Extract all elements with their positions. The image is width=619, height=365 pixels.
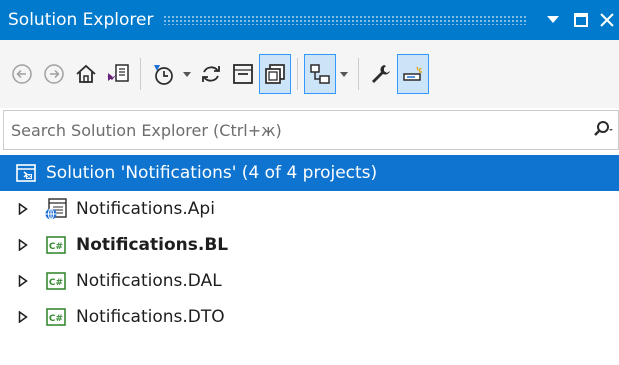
tree-item-project[interactable]: C# Notifications.DTO bbox=[0, 299, 619, 335]
expand-arrow-icon[interactable] bbox=[10, 203, 36, 215]
window-title: Solution Explorer bbox=[8, 10, 154, 30]
refresh-button[interactable] bbox=[195, 54, 227, 94]
search-box bbox=[3, 110, 619, 150]
tree-item-label: Notifications.DTO bbox=[76, 306, 225, 327]
tree-item-label: Notifications.Api bbox=[76, 198, 215, 219]
caret-down-icon bbox=[547, 16, 559, 23]
toolbar-separator bbox=[297, 58, 298, 90]
diagram-dropdown-button[interactable] bbox=[336, 54, 352, 94]
maximize-icon bbox=[574, 13, 588, 27]
pending-changes-filter-button[interactable] bbox=[147, 54, 179, 94]
tree-item-project[interactable]: C# Notifications.BL bbox=[0, 227, 619, 263]
tree-item-solution[interactable]: Solution 'Notifications' (4 of 4 project… bbox=[0, 155, 619, 191]
preview-icon bbox=[403, 66, 422, 81]
close-button[interactable] bbox=[595, 0, 619, 40]
wrench-icon bbox=[372, 65, 390, 83]
svg-text:C#: C# bbox=[49, 278, 63, 288]
properties-button[interactable] bbox=[365, 54, 397, 94]
svg-text:C#: C# bbox=[49, 314, 63, 324]
close-icon bbox=[600, 13, 614, 27]
tree-item-project[interactable]: C# Notifications.DAL bbox=[0, 263, 619, 299]
home-button[interactable] bbox=[70, 54, 102, 94]
toolbar-separator bbox=[358, 58, 359, 90]
web-project-icon bbox=[44, 197, 68, 221]
forward-arrow-icon bbox=[44, 64, 64, 84]
collapse-all-icon bbox=[233, 64, 253, 84]
expand-arrow-icon[interactable] bbox=[10, 275, 36, 287]
class-diagram-icon bbox=[310, 64, 330, 84]
expand-arrow-icon[interactable] bbox=[10, 239, 36, 251]
tree-item-label: Notifications.BL bbox=[76, 234, 229, 255]
show-all-files-button[interactable] bbox=[259, 54, 291, 94]
home-icon bbox=[76, 64, 96, 83]
caret-down-icon bbox=[183, 71, 191, 77]
filter-dropdown-button[interactable] bbox=[179, 54, 195, 94]
caret-down-icon bbox=[340, 71, 348, 77]
maximize-button[interactable] bbox=[567, 0, 595, 40]
tree-item-label: Notifications.DAL bbox=[76, 270, 222, 291]
csharp-project-icon: C# bbox=[44, 233, 68, 257]
tree-item-label: Solution 'Notifications' (4 of 4 project… bbox=[46, 162, 378, 183]
refresh-icon bbox=[202, 66, 220, 82]
back-arrow-icon bbox=[12, 64, 32, 84]
title-bar[interactable]: Solution Explorer bbox=[0, 0, 619, 40]
switch-views-button[interactable] bbox=[102, 54, 134, 94]
svg-text:C#: C# bbox=[49, 242, 63, 252]
tree-item-project[interactable]: Notifications.Api bbox=[0, 191, 619, 227]
expand-arrow-icon[interactable] bbox=[10, 311, 36, 323]
switch-views-icon bbox=[107, 64, 129, 82]
search-input[interactable] bbox=[4, 111, 588, 149]
csharp-project-icon: C# bbox=[44, 269, 68, 293]
solution-icon bbox=[14, 161, 38, 185]
clock-history-icon bbox=[154, 65, 173, 85]
search-icon bbox=[594, 121, 613, 136]
view-class-diagram-button[interactable] bbox=[304, 54, 336, 94]
search-button[interactable] bbox=[588, 120, 618, 140]
preview-selected-items-button[interactable] bbox=[397, 54, 429, 94]
drag-grip[interactable] bbox=[163, 15, 527, 25]
csharp-project-icon: C# bbox=[44, 305, 68, 329]
toolbar-separator bbox=[140, 58, 141, 90]
show-all-files-icon bbox=[265, 64, 285, 84]
solution-explorer-toolbar bbox=[0, 40, 619, 108]
collapse-all-button[interactable] bbox=[227, 54, 259, 94]
window-position-dropdown-button[interactable] bbox=[539, 0, 567, 40]
back-button[interactable] bbox=[6, 54, 38, 94]
forward-button[interactable] bbox=[38, 54, 70, 94]
solution-tree: Solution 'Notifications' (4 of 4 project… bbox=[0, 155, 619, 335]
